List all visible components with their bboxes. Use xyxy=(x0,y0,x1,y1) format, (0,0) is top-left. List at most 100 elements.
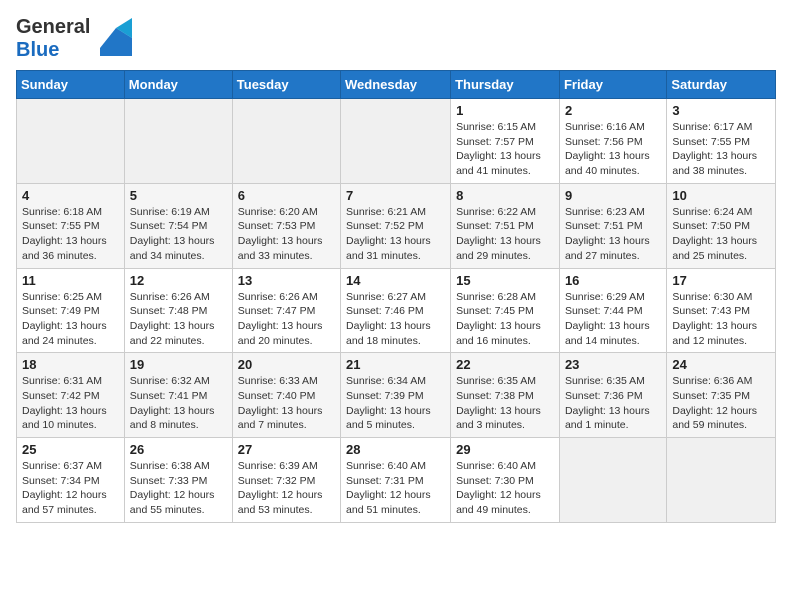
calendar-cell: 13 Sunrise: 6:26 AM Sunset: 7:47 PM Dayli… xyxy=(232,268,340,353)
calendar-cell xyxy=(341,99,451,184)
day-info: Sunrise: 6:18 AM Sunset: 7:55 PM Dayligh… xyxy=(22,205,119,264)
day-info: Sunrise: 6:20 AM Sunset: 7:53 PM Dayligh… xyxy=(238,205,335,264)
calendar-cell: 27 Sunrise: 6:39 AM Sunset: 7:32 PM Dayli… xyxy=(232,438,340,523)
calendar-cell: 23 Sunrise: 6:35 AM Sunset: 7:36 PM Dayli… xyxy=(559,353,666,438)
calendar-week-3: 11 Sunrise: 6:25 AM Sunset: 7:49 PM Dayli… xyxy=(17,268,776,353)
weekday-header-row: SundayMondayTuesdayWednesdayThursdayFrid… xyxy=(17,71,776,99)
day-number: 17 xyxy=(672,273,770,288)
day-number: 7 xyxy=(346,188,445,203)
day-info: Sunrise: 6:23 AM Sunset: 7:51 PM Dayligh… xyxy=(565,205,661,264)
calendar-cell: 14Sunrise: 6:27 AM Sunset: 7:46 PM Dayli… xyxy=(341,268,451,353)
day-info: Sunrise: 6:19 AM Sunset: 7:54 PM Dayligh… xyxy=(130,205,227,264)
day-info: Sunrise: 6:35 AM Sunset: 7:38 PM Dayligh… xyxy=(456,374,554,433)
day-number: 26 xyxy=(130,442,227,457)
logo-icon xyxy=(94,18,132,56)
calendar-week-2: 4 Sunrise: 6:18 AM Sunset: 7:55 PM Daylig… xyxy=(17,183,776,268)
logo-blue: Blue xyxy=(16,39,90,62)
day-number: 24 xyxy=(672,357,770,372)
calendar-week-4: 18 Sunrise: 6:31 AM Sunset: 7:42 PM Dayli… xyxy=(17,353,776,438)
calendar-cell: 2Sunrise: 6:16 AM Sunset: 7:56 PM Daylig… xyxy=(559,99,666,184)
day-number: 10 xyxy=(672,188,770,203)
weekday-header-wednesday: Wednesday xyxy=(341,71,451,99)
calendar-week-5: 25 Sunrise: 6:37 AM Sunset: 7:34 PM Dayli… xyxy=(17,438,776,523)
calendar-cell: 8 Sunrise: 6:22 AM Sunset: 7:51 PM Daylig… xyxy=(451,183,560,268)
day-info: Sunrise: 6:16 AM Sunset: 7:56 PM Dayligh… xyxy=(565,120,661,179)
day-info: Sunrise: 6:39 AM Sunset: 7:32 PM Dayligh… xyxy=(238,459,335,518)
day-number: 14 xyxy=(346,273,445,288)
day-info: Sunrise: 6:32 AM Sunset: 7:41 PM Dayligh… xyxy=(130,374,227,433)
day-info: Sunrise: 6:40 AM Sunset: 7:30 PM Dayligh… xyxy=(456,459,554,518)
day-info: Sunrise: 6:35 AM Sunset: 7:36 PM Dayligh… xyxy=(565,374,661,433)
weekday-header-saturday: Saturday xyxy=(667,71,776,99)
day-info: Sunrise: 6:36 AM Sunset: 7:35 PM Dayligh… xyxy=(672,374,770,433)
weekday-header-monday: Monday xyxy=(124,71,232,99)
calendar-cell: 28Sunrise: 6:40 AM Sunset: 7:31 PM Dayli… xyxy=(341,438,451,523)
calendar-cell: 26 Sunrise: 6:38 AM Sunset: 7:33 PM Dayli… xyxy=(124,438,232,523)
day-info: Sunrise: 6:26 AM Sunset: 7:47 PM Dayligh… xyxy=(238,290,335,349)
calendar-cell: 5 Sunrise: 6:19 AM Sunset: 7:54 PM Daylig… xyxy=(124,183,232,268)
day-info: Sunrise: 6:34 AM Sunset: 7:39 PM Dayligh… xyxy=(346,374,445,433)
calendar-cell: 9 Sunrise: 6:23 AM Sunset: 7:51 PM Daylig… xyxy=(559,183,666,268)
day-number: 18 xyxy=(22,357,119,372)
day-info: Sunrise: 6:29 AM Sunset: 7:44 PM Dayligh… xyxy=(565,290,661,349)
calendar-cell: 24 Sunrise: 6:36 AM Sunset: 7:35 PM Dayli… xyxy=(667,353,776,438)
calendar-cell: 1Sunrise: 6:15 AM Sunset: 7:57 PM Daylig… xyxy=(451,99,560,184)
day-info: Sunrise: 6:25 AM Sunset: 7:49 PM Dayligh… xyxy=(22,290,119,349)
day-number: 8 xyxy=(456,188,554,203)
calendar-cell: 15 Sunrise: 6:28 AM Sunset: 7:45 PM Dayli… xyxy=(451,268,560,353)
day-info: Sunrise: 6:38 AM Sunset: 7:33 PM Dayligh… xyxy=(130,459,227,518)
calendar-cell xyxy=(17,99,125,184)
day-number: 9 xyxy=(565,188,661,203)
day-info: Sunrise: 6:33 AM Sunset: 7:40 PM Dayligh… xyxy=(238,374,335,433)
calendar-cell: 10 Sunrise: 6:24 AM Sunset: 7:50 PM Dayli… xyxy=(667,183,776,268)
day-number: 11 xyxy=(22,273,119,288)
day-number: 25 xyxy=(22,442,119,457)
page-header: General Blue xyxy=(16,16,776,62)
day-info: Sunrise: 6:26 AM Sunset: 7:48 PM Dayligh… xyxy=(130,290,227,349)
calendar-cell xyxy=(667,438,776,523)
day-info: Sunrise: 6:17 AM Sunset: 7:55 PM Dayligh… xyxy=(672,120,770,179)
day-info: Sunrise: 6:24 AM Sunset: 7:50 PM Dayligh… xyxy=(672,205,770,264)
calendar-cell: 6 Sunrise: 6:20 AM Sunset: 7:53 PM Daylig… xyxy=(232,183,340,268)
weekday-header-friday: Friday xyxy=(559,71,666,99)
calendar-cell: 7 Sunrise: 6:21 AM Sunset: 7:52 PM Daylig… xyxy=(341,183,451,268)
day-number: 29 xyxy=(456,442,554,457)
day-info: Sunrise: 6:28 AM Sunset: 7:45 PM Dayligh… xyxy=(456,290,554,349)
day-number: 23 xyxy=(565,357,661,372)
day-number: 13 xyxy=(238,273,335,288)
calendar-week-1: 1Sunrise: 6:15 AM Sunset: 7:57 PM Daylig… xyxy=(17,99,776,184)
day-info: Sunrise: 6:37 AM Sunset: 7:34 PM Dayligh… xyxy=(22,459,119,518)
calendar-cell: 11 Sunrise: 6:25 AM Sunset: 7:49 PM Dayli… xyxy=(17,268,125,353)
calendar-cell: 19 Sunrise: 6:32 AM Sunset: 7:41 PM Dayli… xyxy=(124,353,232,438)
weekday-header-tuesday: Tuesday xyxy=(232,71,340,99)
calendar-cell: 21 Sunrise: 6:34 AM Sunset: 7:39 PM Dayli… xyxy=(341,353,451,438)
calendar-cell: 20Sunrise: 6:33 AM Sunset: 7:40 PM Dayli… xyxy=(232,353,340,438)
weekday-header-thursday: Thursday xyxy=(451,71,560,99)
day-number: 6 xyxy=(238,188,335,203)
day-number: 21 xyxy=(346,357,445,372)
weekday-header-sunday: Sunday xyxy=(17,71,125,99)
logo: General Blue xyxy=(16,16,132,62)
day-number: 4 xyxy=(22,188,119,203)
day-info: Sunrise: 6:21 AM Sunset: 7:52 PM Dayligh… xyxy=(346,205,445,264)
calendar-cell: 12 Sunrise: 6:26 AM Sunset: 7:48 PM Dayli… xyxy=(124,268,232,353)
day-number: 19 xyxy=(130,357,227,372)
day-number: 5 xyxy=(130,188,227,203)
day-number: 22 xyxy=(456,357,554,372)
day-number: 27 xyxy=(238,442,335,457)
calendar-cell: 4 Sunrise: 6:18 AM Sunset: 7:55 PM Daylig… xyxy=(17,183,125,268)
day-number: 28 xyxy=(346,442,445,457)
calendar-cell: 29 Sunrise: 6:40 AM Sunset: 7:30 PM Dayli… xyxy=(451,438,560,523)
calendar-cell: 25 Sunrise: 6:37 AM Sunset: 7:34 PM Dayli… xyxy=(17,438,125,523)
day-info: Sunrise: 6:31 AM Sunset: 7:42 PM Dayligh… xyxy=(22,374,119,433)
day-number: 12 xyxy=(130,273,227,288)
calendar-cell: 3 Sunrise: 6:17 AM Sunset: 7:55 PM Daylig… xyxy=(667,99,776,184)
day-number: 16 xyxy=(565,273,661,288)
day-number: 3 xyxy=(672,103,770,118)
day-number: 15 xyxy=(456,273,554,288)
day-info: Sunrise: 6:22 AM Sunset: 7:51 PM Dayligh… xyxy=(456,205,554,264)
calendar-cell xyxy=(124,99,232,184)
calendar-cell: 16 Sunrise: 6:29 AM Sunset: 7:44 PM Dayli… xyxy=(559,268,666,353)
day-number: 1 xyxy=(456,103,554,118)
calendar-cell xyxy=(232,99,340,184)
